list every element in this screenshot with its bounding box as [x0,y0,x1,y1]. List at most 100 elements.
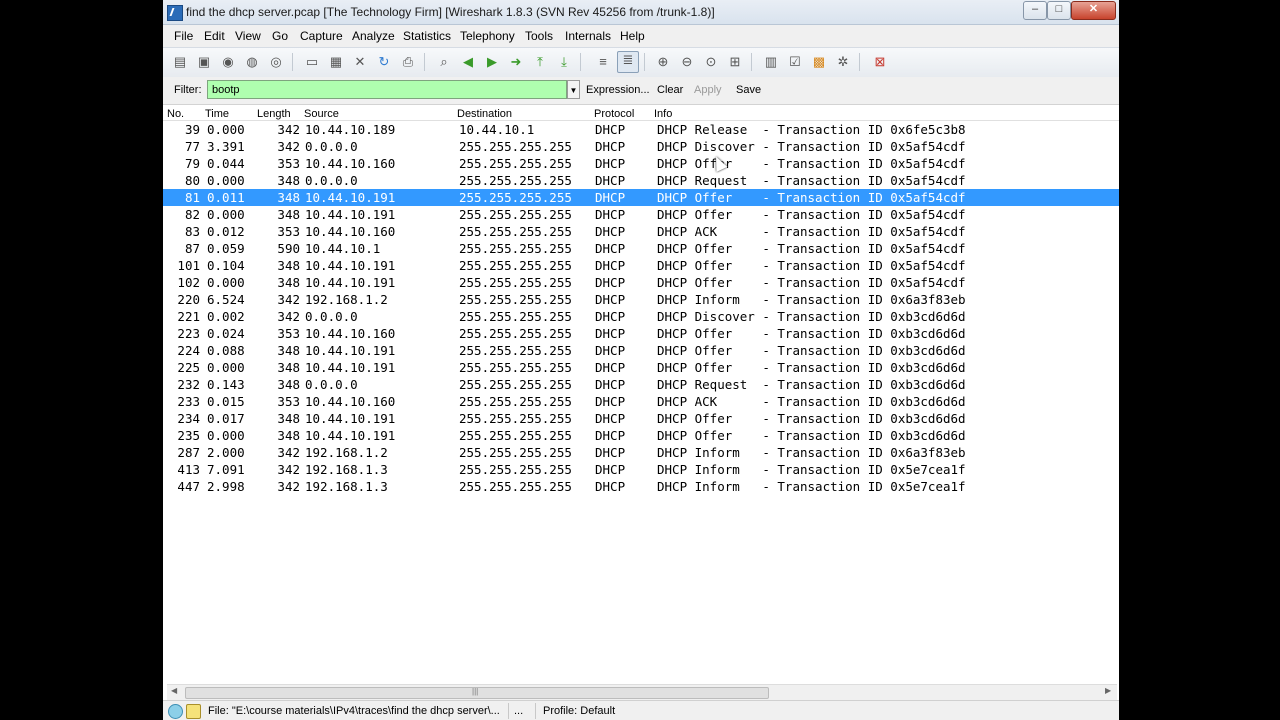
menu-edit[interactable]: Edit [204,29,225,43]
packet-row[interactable]: 235 0.000 348 10.44.10.191 255.255.255.255 DH… [163,427,1119,444]
packet-row[interactable]: 287 2.000 342 192.168.1.2 255.255.255.255 DHC… [163,444,1119,461]
go-forward-icon[interactable]: ▶ [484,54,500,70]
packet-row[interactable]: 77 3.391 342 0.0.0.0 255.255.255.255 DHCP DHCP… [163,138,1119,155]
help-icon[interactable]: ⊠ [872,54,888,70]
packet-row[interactable]: 413 7.091 342 192.168.1.3 255.255.255.255 DHC… [163,461,1119,478]
go-last-icon[interactable]: ⤓ [556,54,572,70]
menu-help[interactable]: Help [620,29,645,43]
go-back-icon[interactable]: ◀ [460,54,476,70]
packet-source: 0.0.0.0 [305,173,358,188]
packet-row[interactable]: 83 0.012 353 10.44.10.160 255.255.255.255 DHC… [163,223,1119,240]
column-header-protocol[interactable]: Protocol [594,108,634,120]
apply-button[interactable]: Apply [694,84,722,96]
packet-row[interactable]: 80 0.000 348 0.0.0.0 255.255.255.255 DHCP DHCP… [163,172,1119,189]
packet-row[interactable]: 39 0.000 342 10.44.10.189 10.44.10.1 DHCP DHCP… [163,121,1119,138]
save-button[interactable]: Save [736,84,761,96]
packet-destination: 255.255.255.255 [459,224,572,239]
minimize-button[interactable]: – [1023,1,1047,20]
colorize-icon[interactable]: ≡ [595,54,611,70]
packet-row[interactable]: 81 0.011 348 10.44.10.191 255.255.255.255 DHC… [163,189,1119,206]
column-header-info[interactable]: Info [654,108,672,120]
packet-row[interactable]: 224 0.088 348 10.44.10.191 255.255.255.255 DH… [163,342,1119,359]
packet-time: 0.088 [207,343,245,358]
go-to-packet-icon[interactable]: ➜ [508,54,524,70]
column-header-source[interactable]: Source [304,108,339,120]
packet-row[interactable]: 221 0.002 342 0.0.0.0 255.255.255.255 DHCP DHC… [163,308,1119,325]
column-header-destination[interactable]: Destination [457,108,512,120]
capture-comment-icon[interactable] [186,704,201,719]
start-capture-icon[interactable]: ◉ [220,54,236,70]
packet-length: 348 [277,173,300,188]
print-icon[interactable]: ⎙ [400,54,416,70]
zoom-out-icon[interactable]: ⊖ [679,54,695,70]
capture-options-icon[interactable]: ▣ [196,54,212,70]
display-filters-icon[interactable]: ☑ [787,54,803,70]
menu-statistics[interactable]: Statistics [403,29,451,43]
packet-destination: 255.255.255.255 [459,292,572,307]
close-file-icon[interactable]: ✕ [352,54,368,70]
menu-telephony[interactable]: Telephony [460,29,515,43]
expression-button[interactable]: Expression... [586,84,650,96]
open-file-icon[interactable]: ▭ [304,54,320,70]
column-header-length[interactable]: Length [257,108,291,120]
packet-row[interactable]: 82 0.000 348 10.44.10.191 255.255.255.255 DHC… [163,206,1119,223]
menu-analyze[interactable]: Analyze [352,29,395,43]
preferences-icon[interactable]: ✲ [835,54,851,70]
packet-row[interactable]: 220 6.524 342 192.168.1.2 255.255.255.255 DHC… [163,291,1119,308]
column-header-time[interactable]: Time [205,108,229,120]
packet-info: DHCP Release - Transaction ID 0x6fe5c3b8 [657,122,966,137]
packet-number: 233 [177,394,200,409]
coloring-rules-icon[interactable]: ▩ [811,54,827,70]
packet-row[interactable]: 225 0.000 348 10.44.10.191 255.255.255.255 DH… [163,359,1119,376]
resize-columns-icon[interactable]: ⊞ [727,54,743,70]
packet-row[interactable]: 87 0.059 590 10.44.10.1 255.255.255.255 DHCP D… [163,240,1119,257]
find-packet-icon[interactable]: ⌕ [436,54,452,70]
menu-bar: File Edit View Go Capture Analyze Statis… [163,25,1119,47]
packet-row[interactable]: 79 0.044 353 10.44.10.160 255.255.255.255 DHC… [163,155,1119,172]
reload-icon[interactable]: ↻ [376,54,392,70]
packet-info: DHCP Inform - Transaction ID 0x6a3f83eb [657,445,966,460]
packet-row[interactable]: 102 0.000 348 10.44.10.191 255.255.255.255 DH… [163,274,1119,291]
display-filter-input[interactable]: bootp [207,80,567,99]
expert-info-icon[interactable] [168,704,183,719]
menu-go[interactable]: Go [272,29,288,43]
packet-row[interactable]: 232 0.143 348 0.0.0.0 255.255.255.255 DHCP DHC… [163,376,1119,393]
packet-number: 39 [184,122,200,137]
interface-list-icon[interactable]: ▤ [172,54,188,70]
close-button[interactable]: ✕ [1071,1,1116,20]
packet-number: 224 [177,343,200,358]
restart-capture-icon[interactable]: ◎ [268,54,284,70]
normal-size-icon[interactable]: ⊙ [703,54,719,70]
maximize-button[interactable]: □ [1047,1,1071,20]
horizontal-scrollbar[interactable]: ◀ ||| ▶ [167,684,1117,700]
auto-scroll-icon[interactable]: ≣ [617,51,639,73]
scroll-left-icon[interactable]: ◀ [171,686,177,695]
menu-file[interactable]: File [174,29,193,43]
packet-number: 225 [177,360,200,375]
packet-protocol: DHCP [595,479,626,494]
packet-row[interactable]: 233 0.015 353 10.44.10.160 255.255.255.255 DH… [163,393,1119,410]
zoom-in-icon[interactable]: ⊕ [655,54,671,70]
menu-capture[interactable]: Capture [300,29,343,43]
packet-time: 0.002 [207,309,245,324]
packet-row[interactable]: 223 0.024 353 10.44.10.160 255.255.255.255 DH… [163,325,1119,342]
packet-row[interactable]: 234 0.017 348 10.44.10.191 255.255.255.255 DH… [163,410,1119,427]
scroll-right-icon[interactable]: ▶ [1105,686,1111,695]
menu-internals[interactable]: Internals [565,29,611,43]
capture-filters-icon[interactable]: ▥ [763,54,779,70]
filter-dropdown-button[interactable]: ▼ [567,80,580,99]
stop-capture-icon[interactable]: ◍ [244,54,260,70]
clear-button[interactable]: Clear [657,84,683,96]
menu-tools[interactable]: Tools [525,29,553,43]
packet-row[interactable]: 447 2.998 342 192.168.1.3 255.255.255.255 DHC… [163,478,1119,495]
column-header-no[interactable]: No. [167,108,184,120]
packet-info: DHCP Inform - Transaction ID 0x6a3f83eb [657,292,966,307]
save-file-icon[interactable]: ▦ [328,54,344,70]
go-first-icon[interactable]: ⤒ [532,54,548,70]
status-profile[interactable]: Profile: Default [543,705,615,717]
filter-toolbar: Filter: bootp ▼ Expression... Clear Appl… [163,77,1119,105]
packet-row[interactable]: 101 0.104 348 10.44.10.191 255.255.255.255 DH… [163,257,1119,274]
menu-view[interactable]: View [235,29,261,43]
packet-destination: 255.255.255.255 [459,394,572,409]
packet-number: 235 [177,428,200,443]
